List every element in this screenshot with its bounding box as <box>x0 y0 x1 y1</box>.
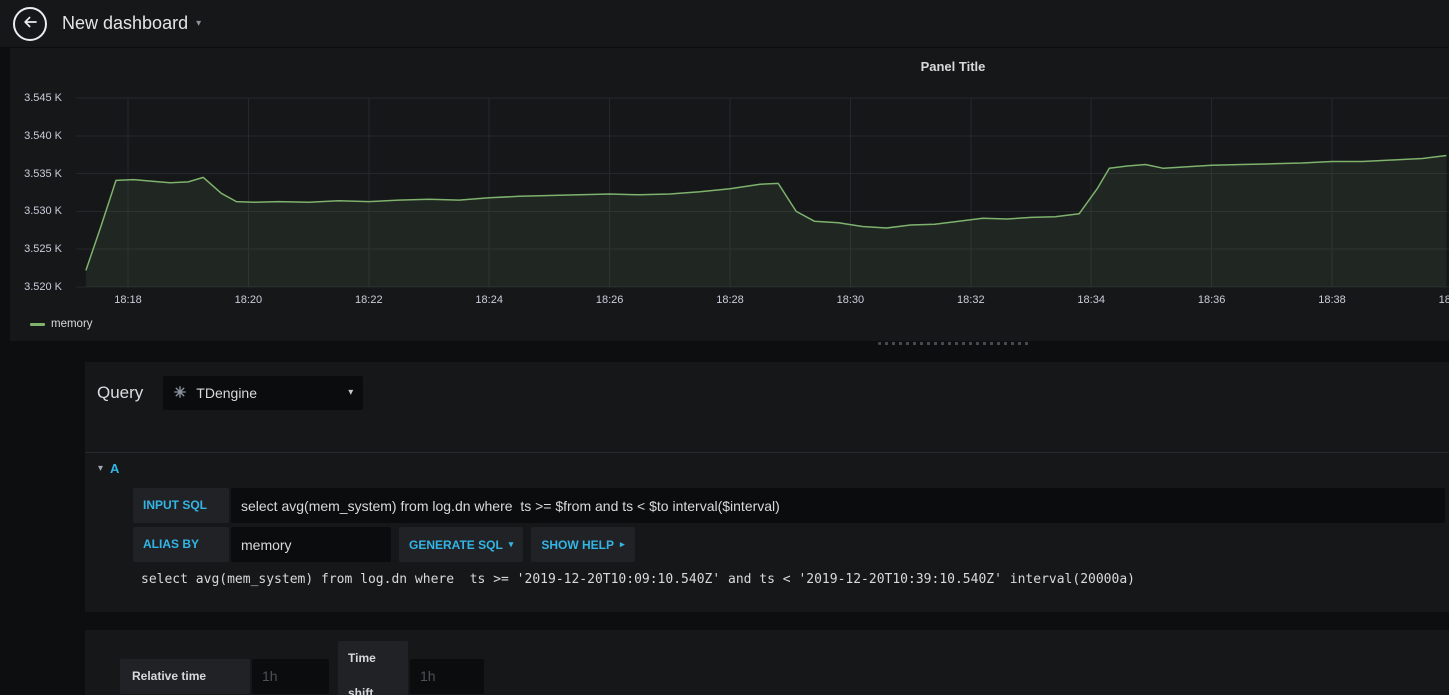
x-axis-label: 18:22 <box>355 294 383 306</box>
tdengine-logo-icon <box>173 385 187 402</box>
x-axis-label: 18:36 <box>1197 294 1226 306</box>
x-axis-label: 18:28 <box>716 294 744 306</box>
input-sql-field[interactable] <box>231 488 1445 523</box>
show-help-button[interactable]: SHOW HELP ▸ <box>531 527 635 562</box>
y-axis-label: 3.520 K <box>24 281 62 293</box>
x-axis-label: 18:38 <box>1318 294 1346 306</box>
horizontal-scrollbar-thumb[interactable] <box>878 342 1030 345</box>
time-shift-label: Time shift <box>338 641 408 695</box>
x-axis-label: 18:26 <box>595 294 624 306</box>
generated-sql-text: select avg(mem_system) from log.dn where… <box>141 572 1135 587</box>
graph-panel: Panel Title 3.545 K 3.540 K 3.535 K 3.530 K… <box>10 48 1449 341</box>
chevron-down-icon: ▾ <box>508 539 514 549</box>
panel-editor-tab-rail <box>0 362 85 695</box>
legend-color-memory <box>30 322 45 326</box>
x-axis-label: 18:24 <box>475 294 503 306</box>
alias-by-row: ALIAS BY GENERATE SQL ▾ SHOW HELP ▸ <box>133 527 1445 562</box>
query-form: INPUT SQL ALIAS BY GENERATE SQL ▾ SHOW H… <box>133 488 1445 566</box>
input-sql-row: INPUT SQL <box>133 488 1445 523</box>
chevron-down-icon: ▾ <box>196 17 202 29</box>
chevron-down-icon: ▾ <box>348 387 354 398</box>
query-section-title: Query <box>97 383 144 402</box>
time-options-section: Relative time Time shift <box>85 630 1449 695</box>
y-axis-label: 3.535 K <box>24 167 62 180</box>
input-sql-label: INPUT SQL <box>133 488 229 523</box>
y-axis-label: 3.545 K <box>24 92 62 104</box>
time-options-row: Relative time Time shift <box>120 641 484 695</box>
chevron-right-icon: ▸ <box>620 539 625 549</box>
alias-by-field[interactable] <box>231 527 391 562</box>
generate-sql-button[interactable]: GENERATE SQL ▾ <box>399 527 524 562</box>
x-axis-label: 18:40 <box>1438 294 1449 306</box>
y-axis-label: 3.540 K <box>24 129 62 142</box>
alias-by-label: ALIAS BY <box>133 527 229 562</box>
y-axis-label: 3.530 K <box>24 205 62 218</box>
legend-item-memory[interactable]: memory <box>30 318 93 330</box>
query-row-toggle[interactable]: ▾ A <box>85 452 1449 483</box>
y-axis-label: 3.525 K <box>24 243 62 256</box>
query-header: Query TDengine ▾ <box>97 376 364 410</box>
x-axis-label: 18:32 <box>957 294 985 306</box>
dashboard-title-menu[interactable]: New dashboard ▾ <box>62 13 201 34</box>
relative-time-label: Relative time <box>120 658 250 694</box>
top-navbar: New dashboard ▾ <box>0 0 1449 48</box>
query-ref-id: A <box>110 460 120 476</box>
datasource-picker[interactable]: TDengine ▾ <box>163 376 364 410</box>
query-editor-section: Query TDengine ▾ ▾ A INPUT SQL ALIAS BY <box>85 362 1449 612</box>
arrow-left-icon <box>21 13 39 34</box>
x-axis-label: 18:20 <box>234 294 263 306</box>
back-button[interactable] <box>13 6 47 41</box>
collapse-caret-icon: ▾ <box>98 462 104 474</box>
grafana-app: New dashboard ▾ Panel Title 3.545 K 3.540… <box>0 0 1449 695</box>
x-axis-label: 18:34 <box>1077 294 1105 306</box>
datasource-name: TDengine <box>196 385 257 401</box>
legend-label-memory: memory <box>51 318 93 330</box>
dashboard-title: New dashboard <box>62 13 189 33</box>
time-shift-field[interactable] <box>410 658 484 694</box>
x-axis-label: 18:30 <box>836 294 865 306</box>
relative-time-field[interactable] <box>252 658 329 694</box>
x-axis-label: 18:18 <box>114 294 142 306</box>
